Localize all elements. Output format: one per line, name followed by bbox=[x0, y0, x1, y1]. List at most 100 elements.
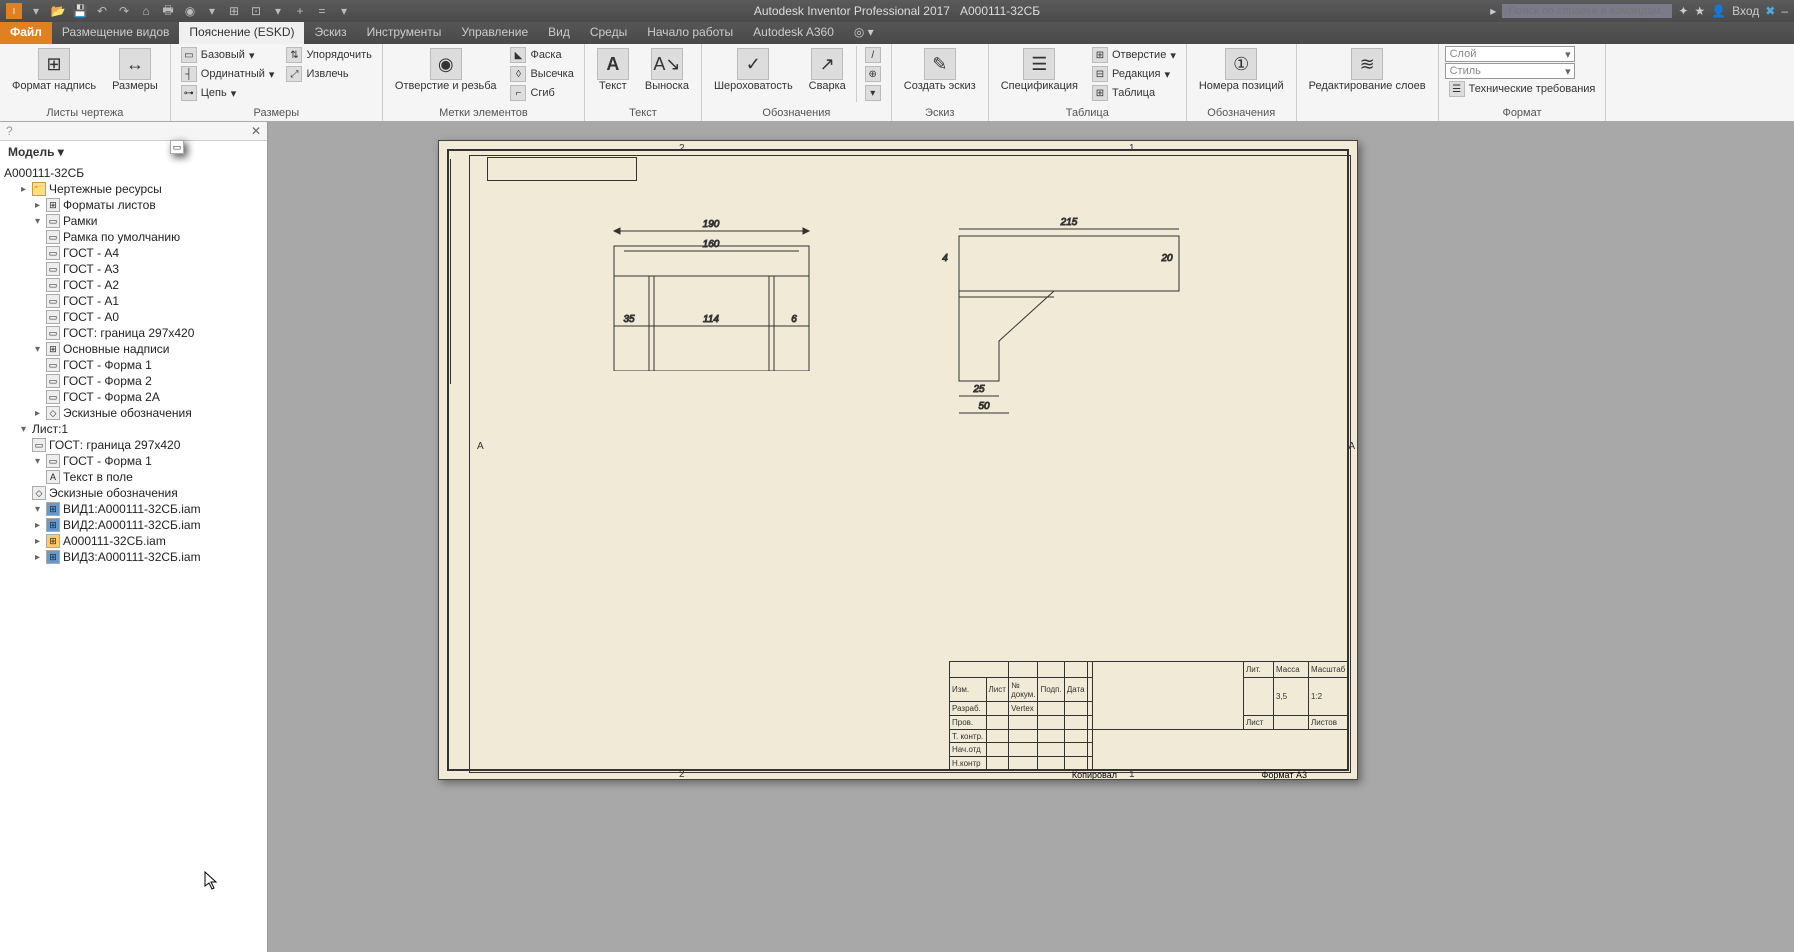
user-icon[interactable]: 👤 bbox=[1711, 4, 1726, 18]
svg-text:4: 4 bbox=[942, 253, 948, 264]
browser-help-icon[interactable]: ? bbox=[6, 124, 13, 138]
leader-text-button[interactable]: A↘Выноска bbox=[639, 46, 695, 94]
tree-list-item[interactable]: ▾▭ГОСТ - Форма 1 bbox=[4, 453, 263, 469]
tree-border-item[interactable]: ▭ГОСТ - A3 bbox=[4, 261, 263, 277]
tree-border-item[interactable]: ▭ГОСТ - A4 bbox=[4, 245, 263, 261]
qat-more1[interactable]: ◉ bbox=[182, 3, 198, 19]
drawing-view-1: 160 190 114 35 6 bbox=[599, 191, 819, 371]
general-table-button[interactable]: ⊞Таблица bbox=[1088, 84, 1180, 102]
create-sketch-button[interactable]: ✎Создать эскиз bbox=[898, 46, 982, 94]
tree-list-item[interactable]: ▭ГОСТ: граница 297x420 bbox=[4, 437, 263, 453]
qat-more3[interactable]: ⊞ bbox=[226, 3, 242, 19]
tech-req-button[interactable]: ☰Технические требования bbox=[1445, 80, 1600, 98]
punch-button[interactable]: ◊Высечка bbox=[506, 65, 577, 83]
svg-text:50: 50 bbox=[978, 401, 990, 412]
style-combo[interactable]: Стиль bbox=[1445, 63, 1575, 79]
qat-eq[interactable]: = bbox=[314, 3, 330, 19]
tab-sketch[interactable]: Эскиз bbox=[304, 22, 356, 44]
hole-table-button[interactable]: ⊞Отверстие ▾ bbox=[1088, 46, 1180, 64]
revision-button[interactable]: ⊟Редакция ▾ bbox=[1088, 65, 1180, 83]
balloon-button[interactable]: ①Номера позиций bbox=[1193, 46, 1290, 94]
tree-border-item[interactable]: ▭ГОСТ - A1 bbox=[4, 293, 263, 309]
signin-label[interactable]: Вход bbox=[1732, 4, 1759, 18]
tree-list-item[interactable]: ◇Эскизные обозначения bbox=[4, 485, 263, 501]
retrieve-button[interactable]: ⤢Извлечь bbox=[282, 65, 375, 83]
tab-tools[interactable]: Инструменты bbox=[357, 22, 452, 44]
tab-a360[interactable]: Autodesk A360 bbox=[743, 22, 844, 44]
tree-border-item[interactable]: ▭ГОСТ - A0 bbox=[4, 309, 263, 325]
tree-resources[interactable]: ▸📁Чертежные ресурсы bbox=[4, 181, 263, 197]
tree-list-item[interactable]: AТекст в поле bbox=[4, 469, 263, 485]
qat-home[interactable]: ⌂ bbox=[138, 3, 154, 19]
tree-tb-item[interactable]: ▭ГОСТ - Форма 2 bbox=[4, 373, 263, 389]
qat-more4[interactable]: ⊡ bbox=[248, 3, 264, 19]
tree-tb-item[interactable]: ▭ГОСТ - Форма 2А bbox=[4, 389, 263, 405]
group-sketch: Эскиз bbox=[898, 106, 982, 119]
tab-file[interactable]: Файл bbox=[0, 22, 52, 44]
weld-button[interactable]: ↗Сварка bbox=[803, 46, 852, 94]
qat-save[interactable]: 💾 bbox=[72, 3, 88, 19]
tab-start[interactable]: Начало работы bbox=[637, 22, 743, 44]
qat-print[interactable]: 🖶 bbox=[160, 3, 176, 19]
tab-manage[interactable]: Управление bbox=[451, 22, 538, 44]
tab-annotation[interactable]: Пояснение (ESKD) bbox=[179, 22, 304, 44]
tree-tb-item[interactable]: ▭ГОСТ - Форма 1 bbox=[4, 357, 263, 373]
tab-env[interactable]: Среды bbox=[580, 22, 637, 44]
sym-more[interactable]: ▾ bbox=[861, 84, 885, 102]
format-caption-button[interactable]: ⊞Формат надпись bbox=[6, 46, 102, 94]
arrange-button[interactable]: ⇅Упорядочить bbox=[282, 46, 375, 64]
qat-more5[interactable]: ▾ bbox=[270, 3, 286, 19]
star1-icon[interactable]: ✦ bbox=[1678, 4, 1688, 18]
text-button[interactable]: AТекст bbox=[591, 46, 635, 94]
tab-views[interactable]: Размещение видов bbox=[52, 22, 179, 44]
tree-formats[interactable]: ▸⊞Форматы листов bbox=[4, 197, 263, 213]
tree-sheet[interactable]: ▾▭Лист:1 bbox=[4, 421, 263, 437]
qat-redo[interactable]: ↷ bbox=[116, 3, 132, 19]
parts-list-button[interactable]: ☰Спецификация bbox=[995, 46, 1084, 94]
qat-more2[interactable]: ▾ bbox=[204, 3, 220, 19]
tree-borders[interactable]: ▾▭Рамки bbox=[4, 213, 263, 229]
tree-border-item[interactable]: ▭Рамка по умолчанию bbox=[4, 229, 263, 245]
qat-dd[interactable]: ▾ bbox=[336, 3, 352, 19]
chamfer-button[interactable]: ◣Фаска bbox=[506, 46, 577, 64]
svg-text:20: 20 bbox=[1160, 253, 1173, 264]
help-arrow[interactable]: ▸ bbox=[1490, 4, 1496, 18]
tree-titleblocks[interactable]: ▾⊞Основные надписи bbox=[4, 341, 263, 357]
star2-icon[interactable]: ★ bbox=[1694, 4, 1705, 18]
qat-undo[interactable]: ↶ bbox=[94, 3, 110, 19]
surface-button[interactable]: ✓Шероховатость bbox=[708, 46, 799, 94]
group-symbols: Обозначения bbox=[708, 106, 885, 119]
group-feature-notes: Метки элементов bbox=[389, 106, 578, 119]
chain-dim-button[interactable]: ⊶Цепь ▾ bbox=[177, 84, 279, 102]
sym-2[interactable]: ⊕ bbox=[861, 65, 885, 83]
edit-layers-button[interactable]: ≋Редактирование слоев bbox=[1303, 46, 1432, 94]
dimensions-button[interactable]: ↔Размеры bbox=[106, 46, 164, 94]
tab-view[interactable]: Вид bbox=[538, 22, 580, 44]
baseline-dim-button[interactable]: ▭Базовый ▾ bbox=[177, 46, 279, 64]
sym-1[interactable]: / bbox=[861, 46, 885, 64]
layer-combo[interactable]: Слой bbox=[1445, 46, 1575, 62]
browser-close-icon[interactable]: ✕ bbox=[251, 124, 261, 138]
model-browser: ? ✕ Модель ▾ ⊞A000111-32СБ ▸📁Чертежные р… bbox=[0, 122, 268, 952]
tree-border-item[interactable]: ▭ГОСТ - A2 bbox=[4, 277, 263, 293]
qat-plus[interactable]: + bbox=[292, 3, 308, 19]
search-input[interactable] bbox=[1502, 4, 1672, 18]
tree-list-item[interactable]: ▸⊞ВИД3:A000111-32СБ.iam bbox=[4, 549, 263, 565]
ordinate-dim-button[interactable]: ┤Ординатный ▾ bbox=[177, 65, 279, 83]
exchange-icon[interactable]: ✖ bbox=[1765, 4, 1775, 18]
hole-thread-button[interactable]: ◉Отверстие и резьба bbox=[389, 46, 503, 94]
tree-sketch-sym[interactable]: ▸◇Эскизные обозначения bbox=[4, 405, 263, 421]
qat-new[interactable]: ▾ bbox=[28, 3, 44, 19]
browser-title[interactable]: Модель ▾ bbox=[0, 141, 267, 163]
tree-list-item[interactable]: ▸⊞ВИД2:A000111-32СБ.iam bbox=[4, 517, 263, 533]
title-text: Autodesk Inventor Professional 2017 A000… bbox=[754, 4, 1040, 18]
tab-extra[interactable]: ◎ ▾ bbox=[844, 22, 884, 44]
tree-list-item[interactable]: ▾⊞ВИД1:A000111-32СБ.iam bbox=[4, 501, 263, 517]
drawing-canvas[interactable]: 2 1 2 1 А А bbox=[268, 122, 1794, 952]
dash-icon[interactable]: – bbox=[1781, 4, 1788, 18]
tree-list-item[interactable]: ▸⊞A000111-32СБ.iam bbox=[4, 533, 263, 549]
qat-open[interactable]: 📂 bbox=[50, 3, 66, 19]
tree-border-item[interactable]: ▭ГОСТ: граница 297x420 bbox=[4, 325, 263, 341]
bend-button[interactable]: ⌐Сгиб bbox=[506, 84, 577, 102]
tree-root[interactable]: ⊞A000111-32СБ bbox=[4, 165, 263, 181]
